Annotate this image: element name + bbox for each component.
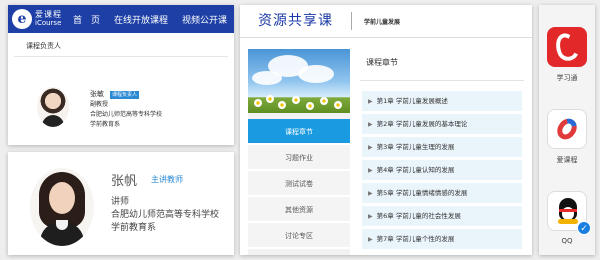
- menu-discussion[interactable]: 讨论专区: [248, 223, 350, 249]
- lead-info: 张敏 课程负责人 副教授 合肥幼儿师范高等专科学校 学前教育系: [90, 89, 162, 130]
- icourse-logo[interactable]: e 爱课程 iCourse: [12, 9, 66, 29]
- teacher-school: 合肥幼儿师范高等专科学校: [111, 210, 220, 220]
- menu-chapters[interactable]: 课程章节: [248, 119, 350, 145]
- icourse-app-icon[interactable]: [547, 109, 587, 149]
- nav-home[interactable]: 首 页: [66, 13, 107, 26]
- chapters-panel: 课程章节 ▶ 第1章 学前儿童发展概述 ▶ 第2章 学前儿童发展的基本理论 ▶ 第3章…: [360, 49, 524, 255]
- chevron-right-icon: ▶: [368, 167, 373, 174]
- chapter-item[interactable]: ▶ 第3章 学前儿童生理的发展: [362, 137, 522, 157]
- menu-other-resources[interactable]: 其他资源: [248, 197, 350, 223]
- xuexitong-icon[interactable]: [547, 27, 587, 67]
- section-label: 课程负责人: [14, 33, 228, 57]
- course-sidebar: 课程章节 习题作业 测试试卷 其他资源 讨论专区: [248, 49, 350, 255]
- teacher-avatar: [30, 168, 94, 246]
- chapter-item[interactable]: ▶ 第5章 学前儿童情绪情感的发展: [362, 183, 522, 203]
- menu-tests[interactable]: 测试试卷: [248, 171, 350, 197]
- icourse-panel: e 爱课程 iCourse 首 页 在线开放课程 视频公开课 课程负责人 张敏课…: [8, 5, 234, 145]
- lead-dept: 学前教育系: [90, 121, 121, 128]
- lead-badge: 课程负责人: [110, 90, 140, 99]
- app-icourse[interactable]: 爱课程: [545, 109, 589, 165]
- app-label: 爱课程: [556, 156, 578, 164]
- lead-school: 合肥幼儿师范高等专科学校: [90, 111, 163, 118]
- nav-online-courses[interactable]: 在线开放课程: [107, 13, 175, 26]
- chapter-item[interactable]: ▶ 第7章 学前儿童个性的发展: [362, 229, 522, 249]
- chevron-right-icon: ▶: [368, 98, 373, 105]
- chevron-right-icon: ▶: [368, 190, 373, 197]
- chapters-title: 课程章节: [360, 49, 524, 81]
- resource-header: 资源共享课 学前儿童发展: [240, 5, 532, 38]
- teacher-title: 讲师: [111, 197, 130, 207]
- teacher-name[interactable]: 张帆: [111, 170, 137, 189]
- resource-title: 资源共享课: [240, 12, 352, 30]
- app-xuexitong[interactable]: 学习通: [545, 27, 589, 83]
- nav-video-courses[interactable]: 视频公开课: [175, 13, 234, 26]
- menu-exercises[interactable]: 习题作业: [248, 145, 350, 171]
- icourse-logo-icon: e: [12, 9, 32, 29]
- lead-avatar: [37, 87, 69, 127]
- logo-en-text: iCourse: [35, 18, 62, 27]
- chapter-list: ▶ 第1章 学前儿童发展概述 ▶ 第2章 学前儿童发展的基本理论 ▶ 第3章 学前儿童…: [362, 91, 522, 252]
- chapter-item[interactable]: ▶ 第2章 学前儿童发展的基本理论: [362, 114, 522, 134]
- app-label: 学习通: [556, 74, 578, 82]
- chapter-item[interactable]: ▶ 第4章 学前儿童认知的发展: [362, 160, 522, 180]
- teacher-dept: 学前教育系: [111, 223, 157, 233]
- lead-name[interactable]: 张敏: [90, 90, 104, 98]
- teacher-details: 讲师 合肥幼儿师范高等专科学校 学前教育系: [111, 196, 219, 235]
- resource-course-panel: 资源共享课 学前儿童发展 课程章节 习题作业 测试试卷 其他资源 讨论专区 课程…: [240, 5, 532, 255]
- course-menu: 课程章节 习题作业 测试试卷 其他资源 讨论专区: [248, 119, 350, 249]
- chevron-right-icon: ▶: [368, 144, 373, 151]
- top-nav: 首 页 在线开放课程 视频公开课: [66, 13, 234, 26]
- qq-icon[interactable]: ✓: [547, 191, 591, 235]
- icourse-topbar: e 爱课程 iCourse 首 页 在线开放课程 视频公开课: [8, 5, 234, 33]
- chapter-item[interactable]: ▶ 第6章 学前儿童的社会性发展: [362, 206, 522, 226]
- teacher-card: 张帆 主讲教师 讲师 合肥幼儿师范高等专科学校 学前教育系: [8, 152, 234, 255]
- teacher-role: 主讲教师: [151, 175, 183, 184]
- course-cover-image: [248, 49, 350, 113]
- chevron-right-icon: ▶: [368, 236, 373, 243]
- check-icon: ✓: [577, 221, 591, 235]
- course-name: 学前儿童发展: [364, 18, 401, 26]
- app-label: QQ: [561, 237, 573, 245]
- chevron-right-icon: ▶: [368, 213, 373, 220]
- chevron-right-icon: ▶: [368, 121, 373, 128]
- app-dock: 学习通 爱课程 ✓ QQ: [539, 5, 595, 255]
- chapter-item[interactable]: ▶ 第1章 学前儿童发展概述: [362, 91, 522, 111]
- lead-title: 副教授: [90, 101, 109, 108]
- app-qq[interactable]: ✓ QQ: [545, 191, 591, 245]
